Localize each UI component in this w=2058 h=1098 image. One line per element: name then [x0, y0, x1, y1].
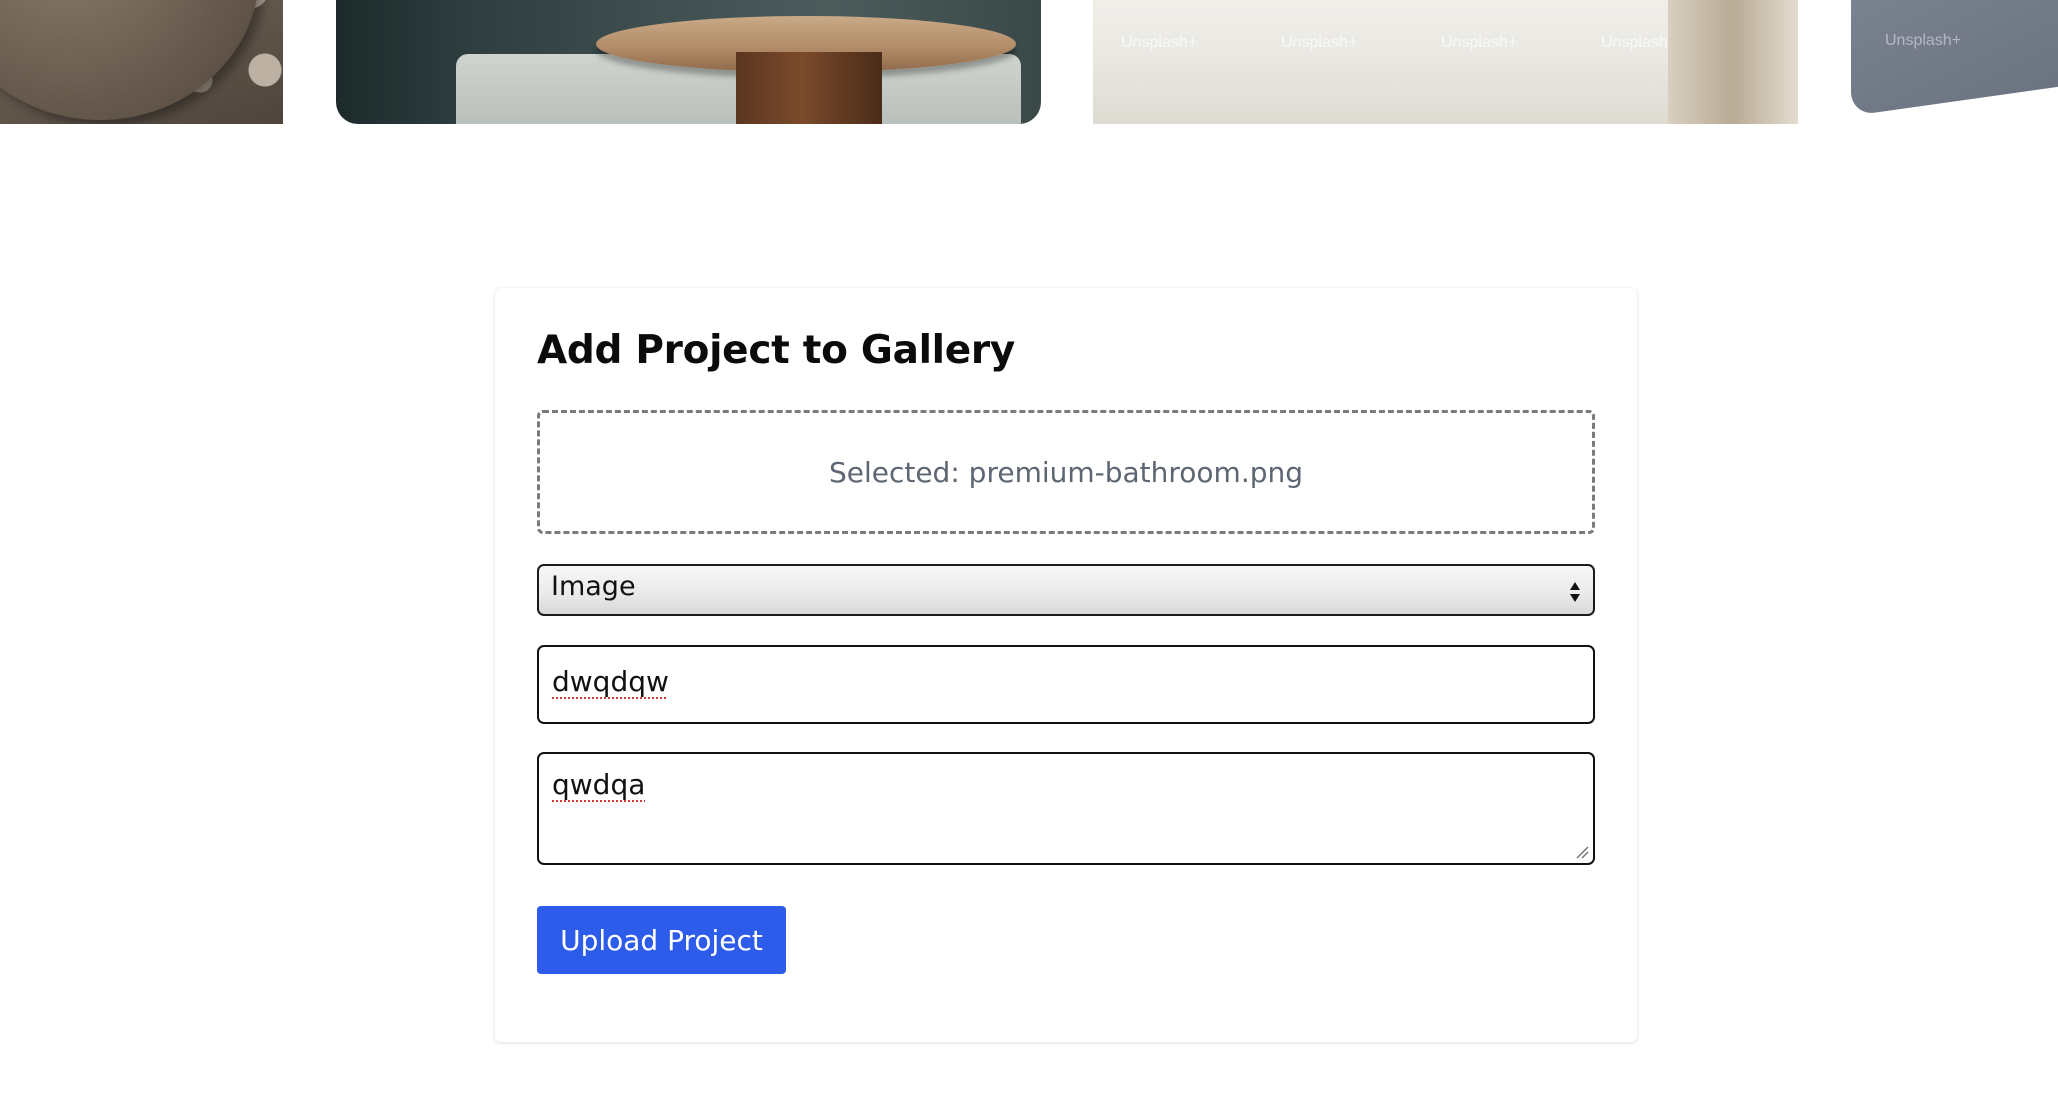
- project-description-textarea[interactable]: qwdqa: [537, 752, 1595, 865]
- file-dropzone[interactable]: Selected: premium-bathroom.png: [537, 410, 1595, 534]
- gallery-image-interior[interactable]: Unsplash+ Unsplash+ Unsplash+ Unsplash+: [1093, 0, 1798, 124]
- form-title: Add Project to Gallery: [537, 328, 1015, 373]
- upload-project-button[interactable]: Upload Project: [537, 906, 786, 974]
- card-shape: [1851, 0, 2058, 116]
- selected-file-text: Selected: premium-bathroom.png: [828, 455, 1304, 489]
- gallery-image-stone-bowl[interactable]: [0, 0, 283, 124]
- resize-handle-icon[interactable]: [1575, 845, 1589, 859]
- select-arrows-icon: [1570, 582, 1580, 602]
- media-type-selected-value: Image: [551, 571, 636, 602]
- watermark: Unsplash+: [1281, 34, 1358, 51]
- project-description-value: qwdqa: [552, 768, 646, 801]
- watermark: Unsplash+: [1121, 34, 1198, 51]
- add-project-form: Add Project to Gallery Selected: premium…: [495, 288, 1637, 1042]
- project-title-input[interactable]: dwqdqw: [537, 645, 1595, 724]
- upload-project-button-label: Upload Project: [560, 923, 763, 957]
- watermark: Unsplash+: [1885, 32, 1962, 49]
- table-base-shape: [736, 52, 882, 124]
- gallery-image-coffee-table[interactable]: [336, 0, 1041, 124]
- bowl-shape: [0, 0, 260, 120]
- gallery-strip: Unsplash+ Unsplash+ Unsplash+ Unsplash+ …: [0, 0, 2058, 124]
- watermark: Unsplash+: [1601, 34, 1678, 51]
- project-title-value: dwqdqw: [552, 665, 669, 698]
- media-type-select[interactable]: Image: [537, 564, 1595, 616]
- page: Unsplash+ Unsplash+ Unsplash+ Unsplash+ …: [0, 0, 2058, 1098]
- doorway-shape: [1668, 0, 1798, 124]
- gallery-image-grey-card[interactable]: Unsplash+: [1851, 0, 2058, 124]
- watermark: Unsplash+: [1441, 34, 1518, 51]
